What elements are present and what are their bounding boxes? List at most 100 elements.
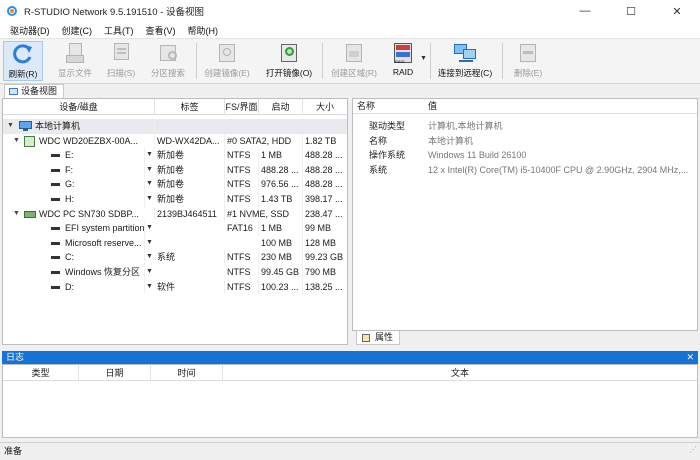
partition-icon	[51, 271, 60, 274]
property-row[interactable]: 名称 本地计算机	[353, 134, 697, 149]
tree-row-partition[interactable]: C: ▼ 系统 NTFS 230 MB 99.23 GB	[3, 250, 347, 265]
dropdown-arrow-icon[interactable]: ▼	[146, 280, 153, 295]
dropdown-arrow-icon[interactable]: ▼	[146, 163, 153, 178]
partition-icon	[51, 285, 60, 289]
partition-icon	[51, 198, 60, 201]
device-view-icon	[9, 88, 18, 95]
collapse-icon[interactable]: ▼	[7, 119, 14, 134]
partition-icon	[51, 227, 60, 231]
show-files-button[interactable]: 显示文件	[54, 41, 96, 81]
network-computers-icon	[452, 41, 478, 65]
dropdown-arrow-icon[interactable]: ▼	[146, 177, 153, 192]
collapse-icon[interactable]: ▼	[13, 207, 20, 222]
tab-device-view[interactable]: 设备视图	[4, 84, 65, 98]
tree-row-partition[interactable]: EFI system partition ▼ FAT16 1 MB 99 MB	[3, 221, 347, 236]
col-device[interactable]: 设备/磁盘	[3, 99, 155, 115]
raid-dropdown-icon[interactable]: ▼	[420, 55, 427, 62]
col-prop-name[interactable]: 名称	[357, 99, 375, 114]
partition-icon	[51, 154, 60, 158]
col-size[interactable]: 大小	[303, 99, 347, 115]
dropdown-arrow-icon[interactable]: ▼	[146, 265, 153, 280]
resize-grip-icon[interactable]: ⋰	[689, 441, 697, 458]
open-image-button[interactable]: 打开镜像(O)	[262, 41, 316, 81]
col-label[interactable]: 标签	[155, 99, 225, 115]
properties-header: 名称 值	[353, 99, 697, 114]
log-title-bar: 日志 ✕	[2, 351, 698, 364]
dropdown-arrow-icon[interactable]: ▼	[146, 250, 153, 265]
delete-icon	[515, 41, 541, 65]
delete-button[interactable]: 删除(E)	[508, 41, 548, 81]
view-tab-strip: 设备视图	[0, 84, 700, 98]
create-image-button[interactable]: 创建镜像(E)	[200, 41, 254, 81]
properties-panel: 名称 值 驱动类型 计算机,本地计算机 名称 本地计算机 操作系统 Window…	[352, 98, 698, 331]
file-icon	[62, 41, 88, 65]
open-image-icon	[276, 41, 302, 65]
tree-row-local-computer[interactable]: ▼ 本地计算机	[3, 119, 347, 134]
partition-icon	[51, 183, 60, 187]
status-text: 准备	[4, 446, 23, 456]
log-panel: 类型 日期 时间 文本	[2, 364, 698, 438]
tree-row-partition[interactable]: Microsoft reserve... ▼ 100 MB 128 MB	[3, 235, 347, 251]
menu-drive[interactable]: 驱动器(D)	[4, 24, 56, 37]
log-title: 日志	[6, 352, 25, 362]
property-row[interactable]: 系统 12 x Intel(R) Core(TM) i5-10400F CPU …	[353, 163, 697, 178]
raid-button[interactable]: RAID RAID	[388, 41, 418, 81]
hdd-icon	[24, 135, 35, 147]
properties-icon	[362, 334, 370, 342]
col-prop-value[interactable]: 值	[428, 99, 437, 114]
maximize-button[interactable]: ☐	[608, 0, 654, 22]
window-title: R-STUDIO Network 9.5.191510 - 设备视图	[24, 7, 205, 18]
tree-column-header: 设备/磁盘 标签 FS/界面 启动 大小	[3, 99, 347, 115]
app-logo-icon	[6, 5, 18, 17]
menu-tools[interactable]: 工具(T)	[98, 24, 140, 37]
close-button[interactable]: ✕	[654, 0, 700, 22]
tree-row-partition[interactable]: E: ▼ 新加卷 NTFS 1 MB 488.28 ...	[3, 148, 347, 163]
create-region-button[interactable]: 创建区域(R)	[326, 41, 382, 81]
col-log-type[interactable]: 类型	[3, 365, 79, 381]
tree-row-partition[interactable]: Windows 恢复分区 ▼ NTFS 99.45 GB 790 MB	[3, 265, 347, 280]
dropdown-arrow-icon[interactable]: ▼	[146, 148, 153, 163]
menu-create[interactable]: 创建(C)	[56, 24, 99, 37]
device-tree-panel: 设备/磁盘 标签 FS/界面 启动 大小 ▼ 本地计算机 ▼ WDC WD20E…	[2, 98, 348, 345]
tree-row-disk-hdd[interactable]: ▼ WDC WD20EZBX-00A... WD-WX42DA... #0 SA…	[3, 133, 347, 149]
col-log-date[interactable]: 日期	[79, 365, 151, 381]
menu-view[interactable]: 查看(V)	[140, 24, 182, 37]
scan-icon	[108, 41, 134, 65]
region-icon	[341, 41, 367, 65]
tree-row-partition[interactable]: G: ▼ 新加卷 NTFS 976.56 ... 488.28 ...	[3, 177, 347, 192]
toolbar: 刷新(R) 显示文件 扫描(S) 分区搜索 创建镜像(E) 打开镜像(O) 创建…	[0, 39, 700, 84]
collapse-icon[interactable]: ▼	[13, 134, 20, 149]
property-row[interactable]: 操作系统 Windows 11 Build 26100	[353, 148, 697, 163]
col-fs[interactable]: FS/界面	[225, 99, 259, 115]
property-row[interactable]: 驱动类型 计算机,本地计算机	[353, 119, 697, 134]
scan-button[interactable]: 扫描(S)	[101, 41, 141, 81]
tree-row-partition[interactable]: H: ▼ 新加卷 NTFS 1.43 TB 398.17 ...	[3, 192, 347, 207]
col-log-text[interactable]: 文本	[223, 365, 697, 381]
tree-row-partition[interactable]: F: ▼ 新加卷 NTFS 488.28 ... 488.28 ...	[3, 162, 347, 178]
col-log-time[interactable]: 时间	[151, 365, 223, 381]
tree-row-disk-ssd[interactable]: ▼ WDC PC SN730 SDBP... 2139BJ464511 #1 N…	[3, 206, 347, 222]
partition-icon	[51, 256, 60, 260]
raid-icon: RAID	[390, 41, 416, 65]
refresh-icon	[10, 42, 36, 66]
menu-help[interactable]: 帮助(H)	[182, 24, 225, 37]
partition-icon	[51, 168, 60, 172]
log-close-button[interactable]: ✕	[686, 351, 694, 364]
refresh-button[interactable]: 刷新(R)	[3, 41, 43, 81]
dropdown-arrow-icon[interactable]: ▼	[146, 192, 153, 207]
tree-row-partition[interactable]: D: ▼ 软件 NTFS 100.23 ... 138.25 ...	[3, 279, 347, 295]
log-header: 类型 日期 时间 文本	[3, 365, 697, 381]
dropdown-arrow-icon[interactable]: ▼	[146, 236, 153, 251]
status-bar: 准备 ⋰	[0, 442, 700, 460]
partition-search-button[interactable]: 分区搜索	[146, 41, 190, 81]
ssd-icon	[24, 210, 36, 218]
dropdown-arrow-icon[interactable]: ▼	[146, 221, 153, 236]
tab-properties[interactable]: 属性	[356, 331, 401, 345]
disk-image-icon	[214, 41, 240, 65]
col-start[interactable]: 启动	[259, 99, 303, 115]
connect-remote-button[interactable]: 连接到远程(C)	[434, 41, 496, 81]
menu-bar: 驱动器(D) 创建(C) 工具(T) 查看(V) 帮助(H)	[0, 22, 700, 39]
minimize-button[interactable]: —	[562, 0, 608, 22]
title-bar: R-STUDIO Network 9.5.191510 - 设备视图 — ☐ ✕	[0, 0, 700, 22]
computer-icon	[19, 121, 32, 131]
